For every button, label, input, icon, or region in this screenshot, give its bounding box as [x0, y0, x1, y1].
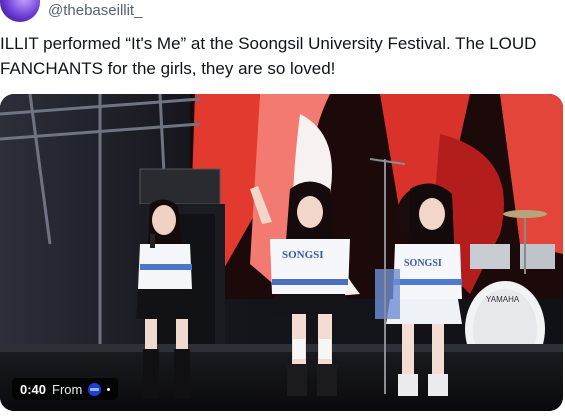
video-source-label: From [52, 381, 83, 397]
video-time-badge: 0:40 From [12, 378, 119, 400]
tweet-text: ILLIT performed “It's Me” at the Soongsi… [0, 34, 537, 78]
source-logo-icon[interactable] [88, 382, 102, 396]
video-frame: YAMAHA SONGSI SONGSI [0, 94, 563, 411]
jersey-text-right: SONGSI [404, 258, 442, 269]
author-handle[interactable]: @thebaseillit_ [48, 2, 142, 19]
jersey-text-center: SONGSI [282, 249, 324, 261]
video-player[interactable]: YAMAHA SONGSI SONGSI 0:40 From [0, 94, 563, 411]
dot-separator-icon [107, 387, 111, 391]
author-avatar[interactable] [0, 0, 40, 22]
drum-brand: YAMAHA [486, 295, 520, 304]
video-timestamp: 0:40 [20, 381, 47, 397]
